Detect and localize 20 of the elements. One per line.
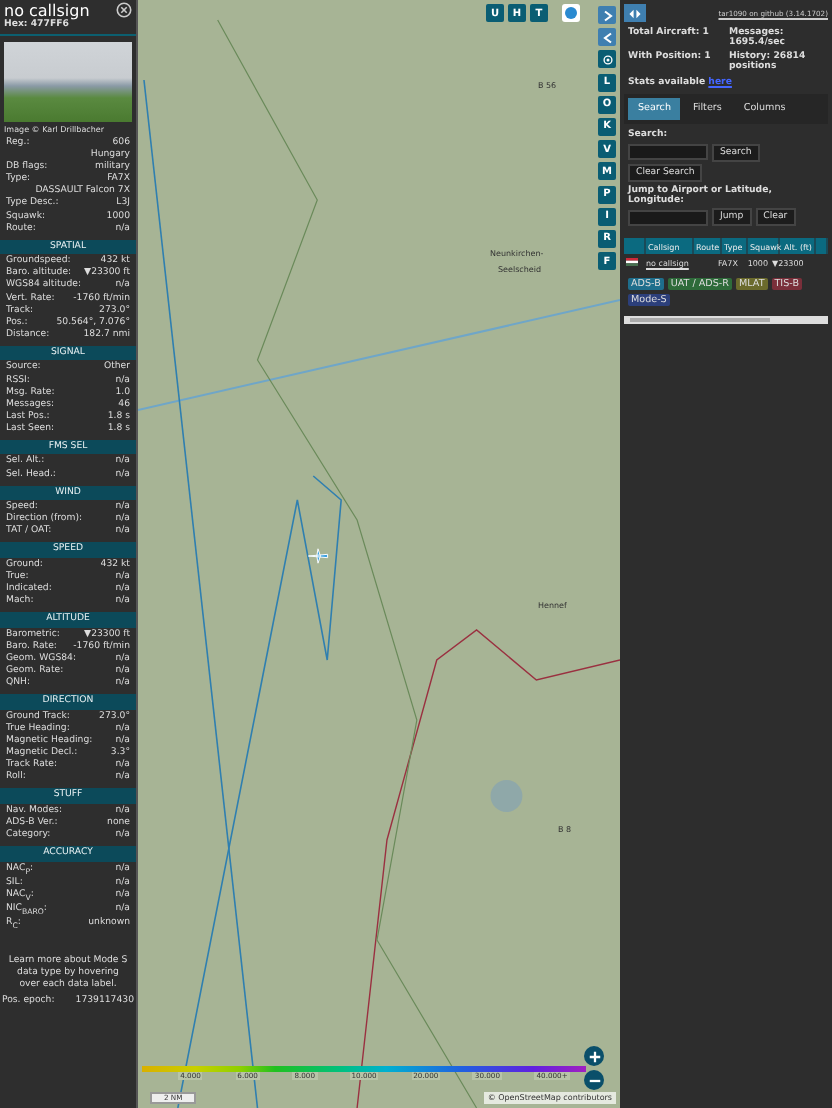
chevron-right-icon xyxy=(601,9,613,21)
plus-icon xyxy=(587,1049,601,1063)
globe-icon[interactable] xyxy=(562,4,580,22)
jump-field[interactable] xyxy=(628,209,708,225)
photo-placeholder xyxy=(4,42,132,122)
chevron-left-icon xyxy=(601,31,613,44)
close-icon[interactable] xyxy=(116,2,132,18)
collapse-button[interactable] xyxy=(598,28,616,47)
settings-button[interactable] xyxy=(598,50,616,69)
scrollbar[interactable] xyxy=(624,316,828,324)
search-field[interactable] xyxy=(628,144,708,160)
settings-icon xyxy=(601,53,613,66)
aircraft-icon[interactable] xyxy=(306,544,330,568)
zoom-out-button[interactable] xyxy=(584,1070,604,1090)
zoom-in-button[interactable] xyxy=(584,1046,604,1066)
flag-icon xyxy=(626,257,638,265)
arrows-icon xyxy=(628,7,642,19)
callsign-title: no callsign xyxy=(4,2,90,20)
panel-toggle-button[interactable] xyxy=(624,4,646,22)
expand-button[interactable] xyxy=(598,6,616,24)
